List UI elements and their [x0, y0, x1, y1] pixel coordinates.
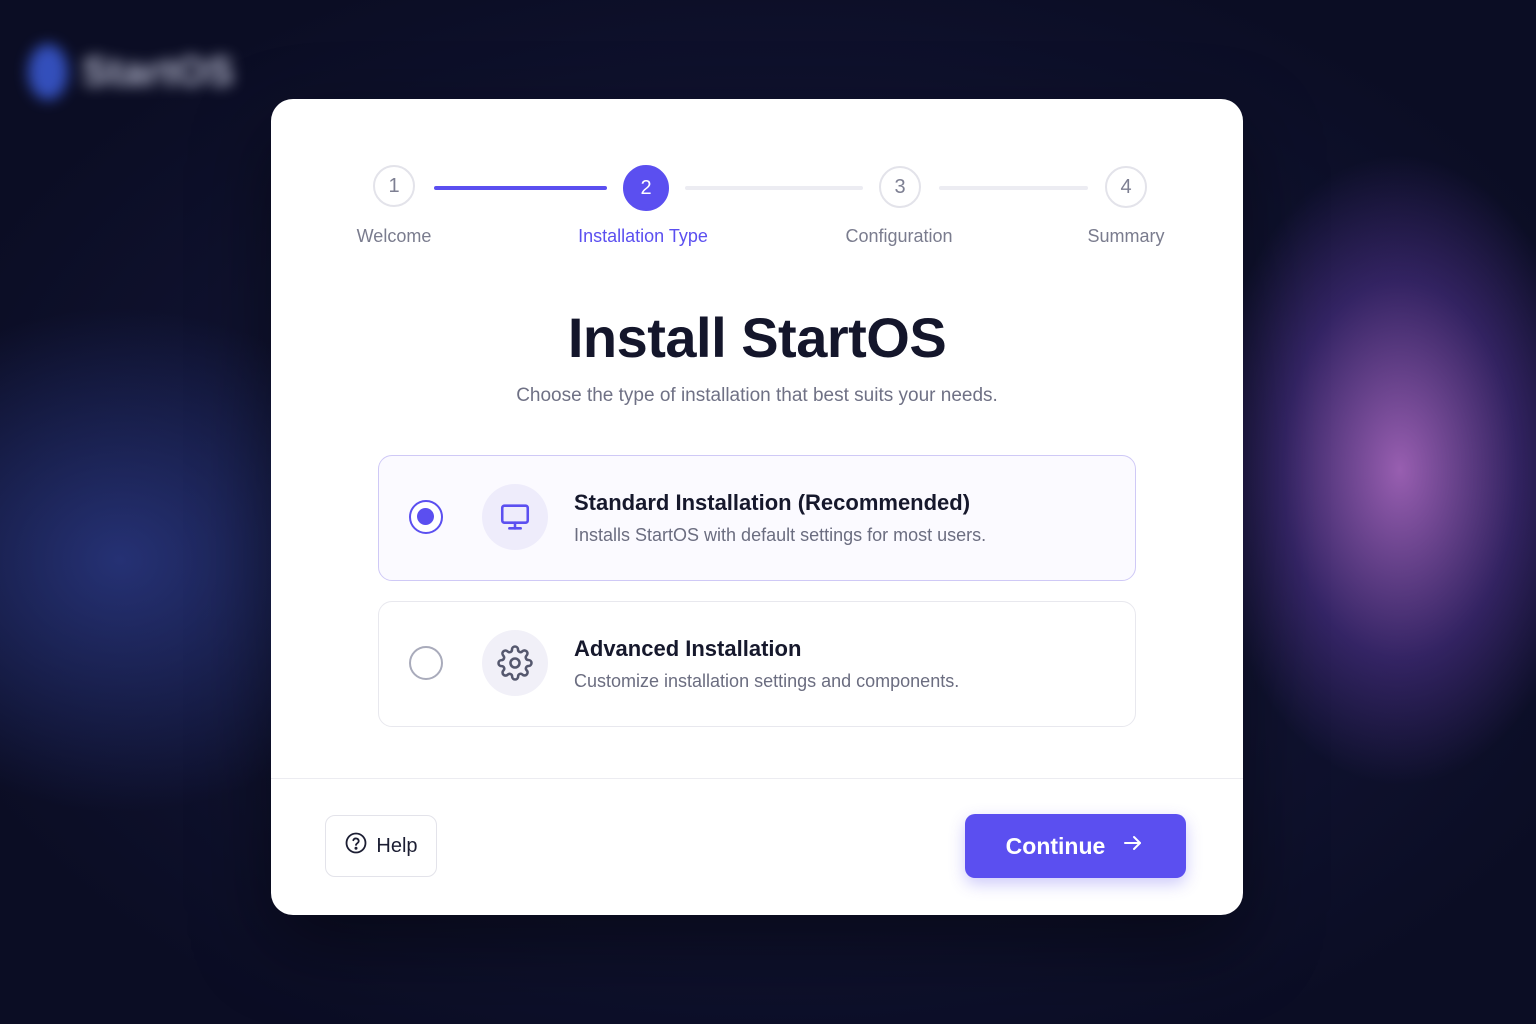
page-subtitle: Choose the type of installation that bes… — [516, 385, 998, 406]
option-description: Installs StartOS with default settings f… — [574, 525, 987, 545]
step-4-label: Summary — [1087, 226, 1165, 246]
background-logo-text: StartOS — [82, 49, 235, 94]
step-connector-1 — [434, 186, 607, 190]
footer-divider — [271, 778, 1243, 779]
option-description: Customize installation settings and comp… — [574, 671, 960, 691]
step-connector-3 — [939, 186, 1088, 190]
arrow-right-icon — [1121, 831, 1145, 861]
page-title: Install StartOS — [567, 306, 947, 369]
continue-button-label: Continue — [1005, 832, 1106, 859]
installer-dialog: 1 2 3 4 Welcome Installation Type Config… — [271, 99, 1243, 915]
continue-button[interactable]: Continue — [965, 814, 1186, 878]
standard-radio-button[interactable] — [409, 500, 443, 534]
monitor-icon — [482, 484, 548, 550]
step-2-indicator: 2 — [623, 165, 669, 211]
help-button-label: Help — [376, 834, 418, 857]
step-2-label: Installation Type — [578, 226, 708, 246]
step-connector-2 — [685, 186, 863, 190]
radio-selected-dot — [417, 508, 434, 525]
option-advanced-installation[interactable]: Advanced Installation Customize installa… — [378, 601, 1136, 727]
startos-logo-icon — [28, 44, 68, 100]
option-title: Advanced Installation — [574, 636, 802, 661]
step-1-label: Welcome — [356, 226, 432, 246]
advanced-radio-button[interactable] — [409, 646, 443, 680]
option-title: Standard Installation (Recommended) — [574, 490, 971, 515]
step-4-indicator: 4 — [1105, 166, 1147, 208]
step-3-label: Configuration — [845, 226, 953, 246]
option-standard-installation[interactable]: Standard Installation (Recommended) Inst… — [378, 455, 1136, 581]
progress-stepper: 1 2 3 4 Welcome Installation Type Config… — [271, 99, 1243, 259]
step-1-indicator: 1 — [373, 165, 415, 207]
help-circle-icon — [344, 831, 368, 861]
gear-icon — [482, 630, 548, 696]
help-button[interactable]: Help — [325, 815, 437, 877]
background-logo: StartOS — [28, 44, 234, 100]
step-3-indicator: 3 — [879, 166, 921, 208]
